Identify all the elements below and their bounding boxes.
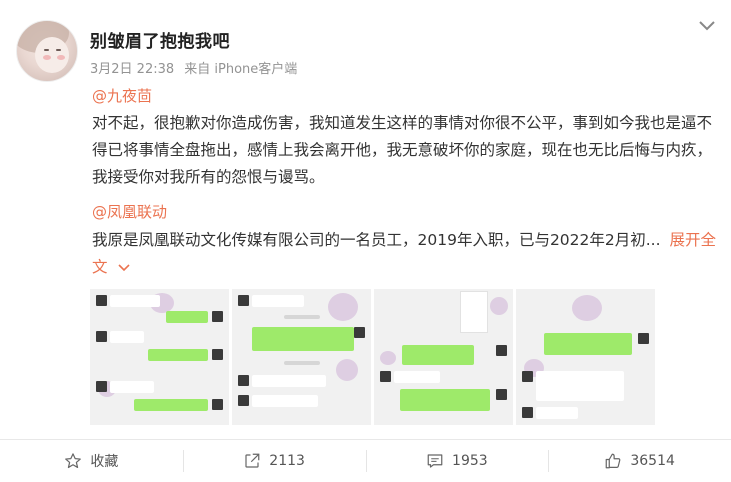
post-text-paragraph: 我原是凤凰联动文化传媒有限公司的一名员工，2019年入职，已与2022年2月初.…: [92, 227, 722, 281]
image-thumbnail[interactable]: [374, 289, 513, 425]
weibo-post: 别皱眉了抱抱我吧 3月2日 22:38 来自 iPhone客户端 @九夜茴 对不…: [0, 0, 731, 482]
comment-icon: [427, 454, 443, 468]
repost-button[interactable]: 2113: [182, 440, 366, 482]
avatar[interactable]: [16, 20, 78, 82]
post-meta: 3月2日 22:38 来自 iPhone客户端: [90, 58, 303, 77]
chevron-down-icon[interactable]: [697, 16, 717, 36]
favorite-label: 收藏: [90, 454, 119, 470]
author-name[interactable]: 别皱眉了抱抱我吧: [90, 27, 230, 52]
thumbs-up-icon: [605, 453, 621, 469]
image-thumbnail[interactable]: [516, 289, 655, 425]
chevron-down-icon[interactable]: [118, 262, 131, 274]
post-source: 来自 iPhone客户端: [184, 62, 298, 77]
repost-count: 2113: [269, 453, 305, 469]
post-text-truncated: 我原是凤凰联动文化传媒有限公司的一名员工，2019年入职，已与2022年2月初.…: [92, 231, 661, 249]
image-grid: [90, 289, 655, 425]
comment-button[interactable]: 1953: [365, 440, 549, 482]
mention-link[interactable]: @九夜茴: [92, 85, 152, 106]
action-bar: 收藏 2113 1953 36514: [0, 440, 731, 482]
share-icon: [245, 453, 260, 468]
star-icon: [65, 453, 82, 469]
like-button[interactable]: 36514: [548, 440, 731, 482]
image-thumbnail[interactable]: [232, 289, 371, 425]
favorite-button[interactable]: 收藏: [0, 440, 183, 482]
comment-count: 1953: [452, 453, 488, 469]
post-text-paragraph: 对不起，很抱歉对你造成伤害，我知道发生这样的事情对你很不公平，事到如今我也是逼不…: [92, 114, 713, 186]
post-date[interactable]: 3月2日 22:38: [90, 62, 174, 77]
mention-link[interactable]: @凤凰联动: [92, 201, 167, 222]
image-thumbnail[interactable]: [90, 289, 229, 425]
like-count: 36514: [630, 453, 675, 469]
